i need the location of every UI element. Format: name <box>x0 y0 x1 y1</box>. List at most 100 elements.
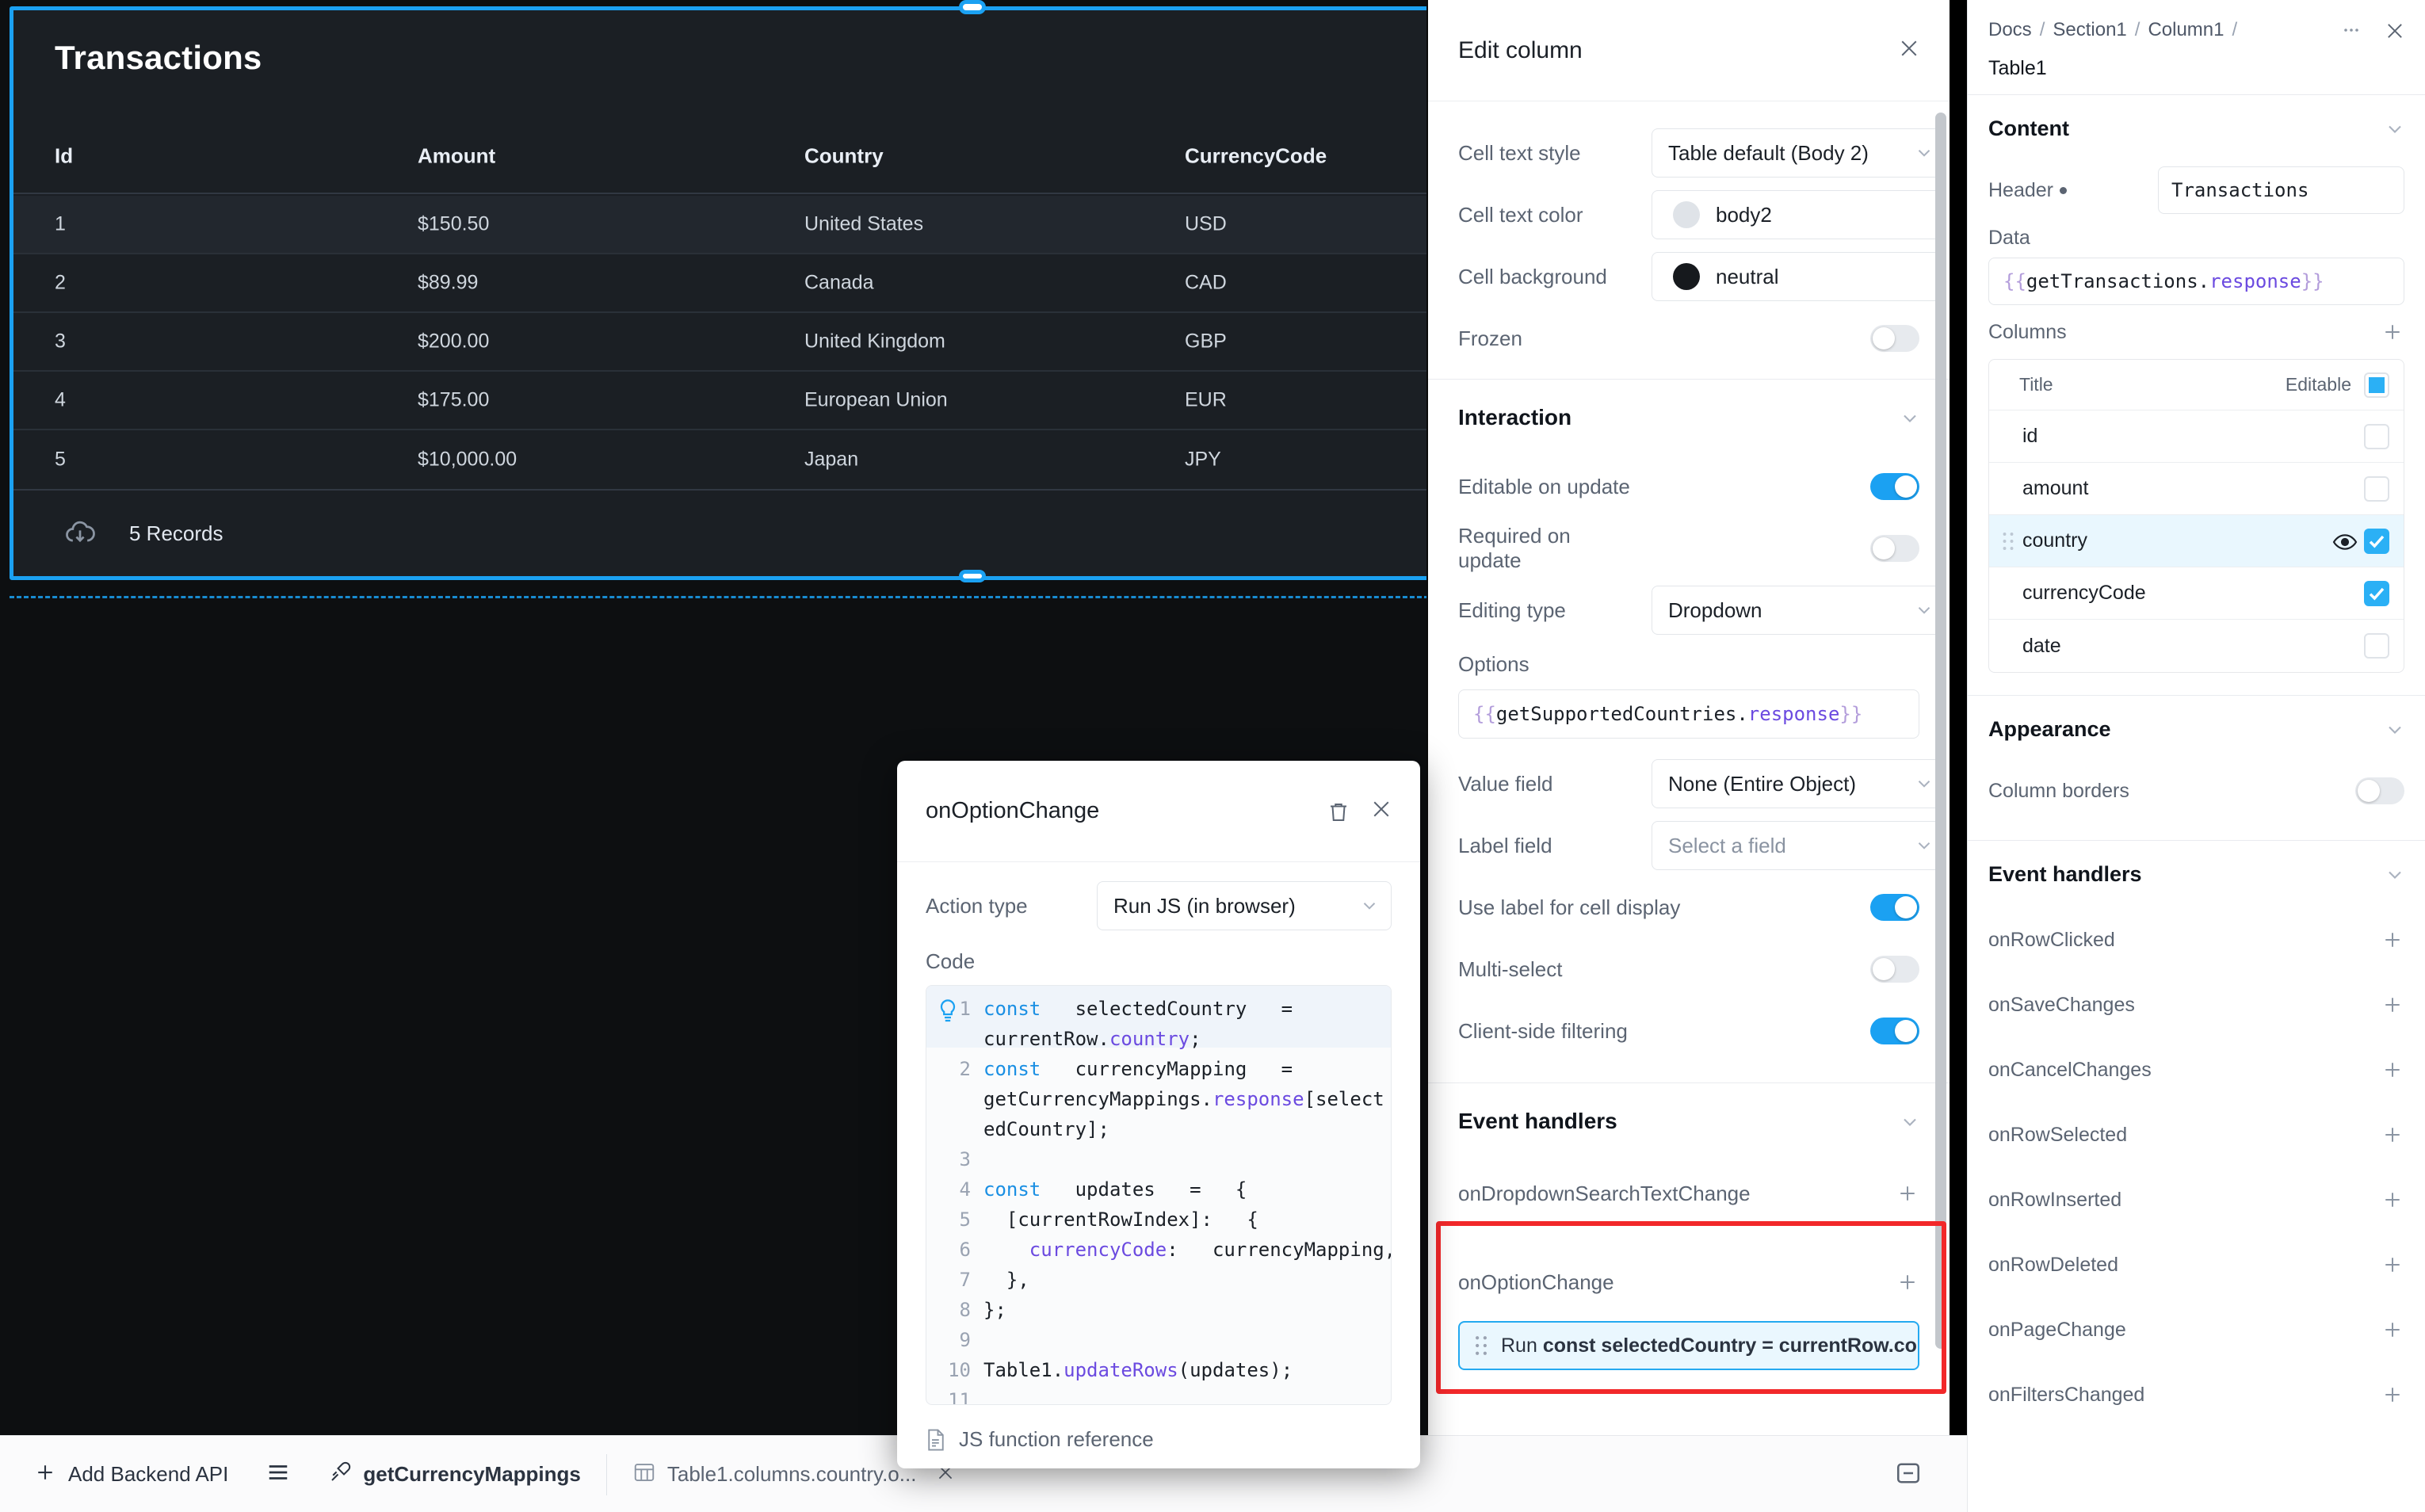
cell-background-select[interactable]: neutral <box>1652 252 1946 301</box>
column-borders-toggle[interactable] <box>2355 777 2404 804</box>
column-name: amount <box>2022 477 2088 500</box>
js-function-reference-link[interactable]: JS function reference <box>926 1405 1392 1452</box>
event-handler-ondropdownsearchtextchange[interactable]: onDropdownSearchTextChange <box>1458 1159 1919 1228</box>
column-header-country[interactable]: Country <box>804 144 884 169</box>
event-handler-onoptionchange[interactable]: onOptionChange <box>1458 1248 1919 1316</box>
editable-on-update-toggle[interactable] <box>1870 473 1919 500</box>
download-cloud-icon[interactable] <box>63 516 97 551</box>
code-editor[interactable]: 1const selectedCountry =currentRow.count… <box>926 985 1392 1405</box>
column-header-id[interactable]: Id <box>55 144 73 169</box>
column-editable-checkbox[interactable] <box>2364 476 2389 502</box>
column-list-item-amount[interactable]: amount <box>1989 463 2404 515</box>
columns-editable-header: Editable <box>2286 374 2351 395</box>
plus-icon[interactable] <box>2381 1253 2404 1277</box>
column-list-item-date[interactable]: date <box>1989 620 2404 672</box>
close-icon[interactable] <box>2384 20 2404 40</box>
column-editable-checkbox[interactable] <box>2364 581 2389 606</box>
column-list-item-country[interactable]: country <box>1989 515 2404 567</box>
table-row[interactable]: 4 $175.00 European Union EUR <box>13 372 1432 430</box>
editing-type-select[interactable]: Dropdown <box>1652 586 1946 635</box>
edit-panel-scrollbar[interactable] <box>1935 113 1946 1349</box>
add-column-icon[interactable] <box>2381 320 2404 344</box>
event-handler-onfilterschanged[interactable]: onFiltersChanged <box>1988 1362 2404 1427</box>
event-handler-onrowdeleted[interactable]: onRowDeleted <box>1988 1232 2404 1297</box>
edit-panel-event-handlers-header[interactable]: Event handlers <box>1458 1083 1919 1159</box>
inspector-event-handlers-header[interactable]: Event handlers <box>1988 841 2404 907</box>
editable-all-checkbox[interactable] <box>2364 372 2389 398</box>
cell-currency: GBP <box>1185 330 1227 353</box>
list-view-button[interactable] <box>247 1436 309 1512</box>
drag-handle-icon[interactable] <box>2002 532 2014 551</box>
breadcrumb-section1[interactable]: Section1 <box>2053 19 2126 41</box>
more-options-icon[interactable] <box>2338 21 2365 40</box>
minimize-panel-icon[interactable] <box>1894 1459 1923 1491</box>
attached-handler-chip[interactable]: Run const selectedCountry = currentRow.c… <box>1458 1321 1919 1370</box>
add-backend-api-button[interactable]: Add Backend API <box>14 1436 247 1512</box>
editing-type-value: Dropdown <box>1668 598 1762 623</box>
action-type-select[interactable]: Run JS (in browser) <box>1097 881 1392 930</box>
value-field-select[interactable]: None (Entire Object) <box>1652 759 1946 808</box>
table-row[interactable]: 3 $200.00 United Kingdom GBP <box>13 313 1432 372</box>
plus-icon[interactable] <box>2381 993 2404 1017</box>
resize-handle-bottom[interactable] <box>959 570 986 582</box>
cell-text-color-select[interactable]: body2 <box>1652 190 1946 239</box>
plus-icon[interactable] <box>2381 1188 2404 1212</box>
close-icon[interactable] <box>1897 36 1921 64</box>
use-label-for-cell-display-toggle[interactable] <box>1870 894 1919 921</box>
column-list-item-id[interactable]: id <box>1989 410 2404 463</box>
event-handler-onsavechanges[interactable]: onSaveChanges <box>1988 972 2404 1037</box>
table-row[interactable]: 5 $10,000.00 Japan JPY <box>13 430 1432 489</box>
data-input[interactable]: {{getTransactions.response}} <box>1988 258 2404 305</box>
table-row[interactable]: 2 $89.99 Canada CAD <box>13 254 1432 313</box>
client-side-filtering-toggle[interactable] <box>1870 1018 1919 1044</box>
table-header-row: Id Amount Country CurrencyCode <box>13 120 1432 194</box>
eye-icon[interactable] <box>2332 533 2356 550</box>
cell-text-color-value: body2 <box>1716 203 1772 227</box>
line-number: 2 <box>926 1054 983 1084</box>
header-input[interactable]: Transactions <box>2158 166 2404 214</box>
plus-icon[interactable] <box>2381 928 2404 952</box>
plus-icon[interactable] <box>2381 1318 2404 1342</box>
column-header-currency[interactable]: CurrencyCode <box>1185 144 1327 169</box>
event-handler-name: onDropdownSearchTextChange <box>1458 1182 1751 1206</box>
column-header-amount[interactable]: Amount <box>418 144 495 169</box>
interaction-section-title: Interaction <box>1458 405 1571 430</box>
transactions-table-widget[interactable]: Transactions Id Amount Country CurrencyC… <box>10 6 1436 580</box>
plus-icon[interactable] <box>1896 1182 1919 1205</box>
event-handler-onrowclicked[interactable]: onRowClicked <box>1988 907 2404 972</box>
cell-text-style-select[interactable]: Table default (Body 2) <box>1652 128 1946 178</box>
event-handler-onrowselected[interactable]: onRowSelected <box>1988 1102 2404 1167</box>
plus-icon[interactable] <box>2381 1123 2404 1147</box>
required-on-update-toggle[interactable] <box>1870 535 1919 562</box>
event-handler-onpagechange[interactable]: onPageChange <box>1988 1297 2404 1362</box>
column-editable-checkbox[interactable] <box>2364 424 2389 449</box>
column-list-item-currencycode[interactable]: currencyCode <box>1989 567 2404 620</box>
frozen-toggle[interactable] <box>1870 325 1919 352</box>
event-handlers-title: Event handlers <box>1458 1109 1617 1134</box>
event-handler-onrowinserted[interactable]: onRowInserted <box>1988 1167 2404 1232</box>
edit-column-style-section: Cell text style Table default (Body 2) C… <box>1428 101 1950 369</box>
column-editable-checkbox[interactable] <box>2364 529 2389 554</box>
cell-text-color-label: Cell text color <box>1458 203 1639 227</box>
content-section-header[interactable]: Content <box>1988 95 2404 162</box>
table-row[interactable]: 1 $150.50 United States USD <box>13 196 1432 254</box>
close-icon[interactable] <box>1369 797 1393 825</box>
plus-icon[interactable] <box>2381 1383 2404 1407</box>
resize-handle-top[interactable] <box>959 0 986 14</box>
multi-select-toggle[interactable] <box>1870 956 1919 983</box>
trash-icon[interactable] <box>1327 800 1349 823</box>
cell-text-style-row: Cell text style Table default (Body 2) <box>1458 122 1919 184</box>
interaction-section-header[interactable]: Interaction <box>1458 380 1919 456</box>
label-field-select[interactable]: Select a field <box>1652 821 1946 870</box>
breadcrumb-docs[interactable]: Docs <box>1988 19 2032 41</box>
breadcrumb-column1[interactable]: Column1 <box>2148 19 2224 41</box>
query-tab-getcurrencymappings[interactable]: getCurrencyMappings <box>309 1436 600 1512</box>
drag-handle-icon[interactable] <box>1474 1335 1488 1356</box>
plus-icon[interactable] <box>2381 1058 2404 1082</box>
multi-select-row: Multi-select <box>1458 938 1919 1000</box>
plus-icon[interactable] <box>1896 1270 1919 1294</box>
options-input[interactable]: {{getSupportedCountries.response}} <box>1458 689 1919 739</box>
column-editable-checkbox[interactable] <box>2364 633 2389 659</box>
appearance-section-header[interactable]: Appearance <box>1988 696 2404 762</box>
event-handler-oncancelchanges[interactable]: onCancelChanges <box>1988 1037 2404 1102</box>
